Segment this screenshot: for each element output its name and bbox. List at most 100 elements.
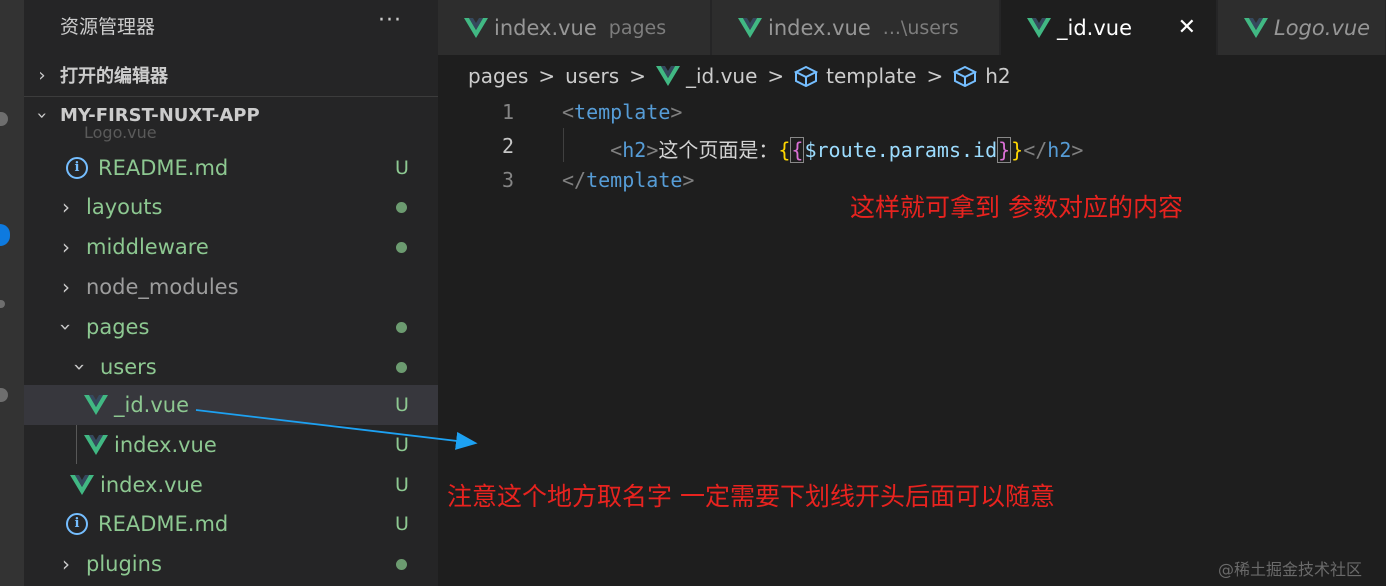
more-actions-icon[interactable]: ··· — [378, 8, 402, 33]
activity-badge[interactable] — [0, 224, 10, 246]
git-status-badge: U — [395, 157, 409, 179]
code-tag: template — [574, 100, 671, 124]
folder-label: middleware — [86, 235, 209, 259]
folder-item-pages[interactable]: › pages — [24, 307, 438, 347]
file-label: _id.vue — [114, 393, 189, 417]
close-icon[interactable]: ✕ — [1178, 15, 1196, 40]
tab-pages-index-vue[interactable]: index.vue pages — [438, 0, 711, 55]
modified-dot-icon — [396, 201, 407, 213]
vue-icon — [70, 475, 94, 495]
code-tag: h2 — [622, 138, 647, 162]
activity-item-icon[interactable] — [0, 388, 8, 402]
line-number: 2 — [501, 134, 514, 158]
file-item-id-vue[interactable]: _id.vue U — [24, 385, 438, 425]
open-editors-section[interactable]: › 打开的编辑器 — [24, 56, 438, 94]
annotation-code-note: 这样就可拿到 参数对应的内容 — [850, 193, 1183, 222]
folder-item-plugins[interactable]: › plugins — [24, 544, 438, 584]
scrolled-file-item: Logo.vue — [84, 123, 157, 142]
breadcrumb-item[interactable]: h2 — [985, 64, 1010, 88]
vue-icon — [464, 17, 488, 38]
tab-description: pages — [608, 16, 667, 39]
chevron-right-icon: › — [62, 552, 70, 576]
folder-item-node-modules[interactable]: › node_modules — [24, 267, 438, 307]
folder-item-layouts[interactable]: › layouts — [24, 187, 438, 227]
open-editors-label: 打开的编辑器 — [60, 66, 168, 87]
cube-icon — [794, 65, 819, 87]
code-text: 这个页面是： — [658, 138, 779, 162]
info-icon: i — [66, 513, 88, 535]
chevron-right-icon: › — [62, 235, 70, 259]
vue-icon — [84, 395, 108, 415]
file-label: README.md — [98, 512, 229, 536]
chevron-right-icon: › — [62, 195, 70, 219]
folder-item-users[interactable]: › users — [24, 347, 438, 387]
folder-item-middleware[interactable]: › middleware — [24, 227, 438, 267]
breadcrumb-item[interactable]: template — [826, 64, 916, 88]
file-item-pages-index-vue[interactable]: index.vue U — [24, 465, 438, 505]
chevron-right-icon: › — [38, 64, 46, 86]
tab-label: index.vue — [768, 15, 871, 40]
git-status-badge: U — [395, 394, 409, 416]
vue-icon — [738, 17, 762, 38]
file-label: index.vue — [100, 473, 203, 497]
file-item-users-index-vue[interactable]: index.vue U — [24, 425, 438, 465]
file-item-readme[interactable]: i README.md U — [24, 504, 438, 544]
watermark: @稀土掘金技术社区 — [1218, 560, 1363, 579]
chevron-right-icon: › — [62, 275, 70, 299]
vue-icon — [1027, 17, 1051, 38]
code-line-3[interactable]: </template> — [562, 168, 694, 192]
modified-dot-icon — [396, 558, 407, 570]
vue-icon — [655, 66, 680, 86]
code-tag: h2 — [1047, 138, 1072, 162]
file-label: README.md — [98, 156, 229, 180]
git-status-badge: U — [395, 434, 409, 456]
cube-icon — [953, 65, 978, 87]
folder-label: layouts — [86, 195, 163, 219]
line-number: 3 — [501, 168, 514, 192]
vue-icon — [1244, 17, 1268, 38]
code-tag: template — [586, 168, 683, 192]
editor-tab-bar: index.vue pages index.vue ...\users _id.… — [438, 0, 1386, 55]
modified-dot-icon — [396, 361, 407, 373]
annotation-file-note: 注意这个地方取名字 一定需要下划线开头后面可以随意 — [447, 482, 1055, 511]
tab-label: index.vue — [494, 15, 597, 40]
activity-item-icon[interactable] — [0, 300, 5, 308]
tab-id-vue[interactable]: _id.vue ✕ — [1001, 0, 1217, 55]
tab-label: _id.vue — [1057, 15, 1132, 40]
tab-description: ...\users — [882, 16, 959, 39]
vue-icon — [84, 435, 108, 455]
file-item-readme[interactable]: i README.md U — [24, 148, 438, 188]
tab-users-index-vue[interactable]: index.vue ...\users — [712, 0, 1000, 55]
file-label: index.vue — [114, 433, 217, 457]
folder-label: node_modules — [86, 275, 239, 299]
code-variable: $route.params.id — [804, 138, 998, 162]
tab-label: Logo.vue — [1274, 15, 1371, 40]
chevron-down-icon: › — [68, 363, 92, 371]
git-status-badge: U — [395, 513, 409, 535]
chevron-down-icon: › — [31, 111, 53, 120]
breadcrumb-separator: > — [767, 64, 785, 88]
git-status-badge: U — [395, 474, 409, 496]
folder-label: users — [100, 355, 157, 379]
folder-label: plugins — [86, 552, 162, 576]
activity-item-icon[interactable] — [0, 112, 8, 126]
code-line-2[interactable]: <h2>这个页面是：{{$route.params.id}}</h2> — [562, 134, 1083, 163]
explorer-sidebar: 资源管理器 ··· › 打开的编辑器 › MY-FIRST-NUXT-APP L… — [24, 0, 438, 586]
tab-logo-vue[interactable]: Logo.vue — [1218, 0, 1386, 55]
breadcrumb-item[interactable]: users — [565, 64, 619, 88]
breadcrumb: pages > users > _id.vue > template > h2 — [468, 58, 1011, 94]
info-icon: i — [66, 157, 88, 179]
modified-dot-icon — [396, 321, 407, 333]
folder-label: pages — [86, 315, 150, 339]
breadcrumb-item[interactable]: _id.vue — [686, 64, 757, 88]
breadcrumb-separator: > — [538, 64, 556, 88]
chevron-down-icon: › — [54, 323, 78, 331]
breadcrumb-separator: > — [629, 64, 646, 88]
activity-bar — [0, 0, 24, 586]
modified-dot-icon — [396, 241, 407, 253]
breadcrumb-item[interactable]: pages — [468, 64, 528, 88]
code-line-1[interactable]: <template> — [562, 100, 682, 124]
line-number: 1 — [501, 100, 514, 124]
explorer-title: 资源管理器 — [60, 16, 156, 38]
breadcrumb-separator: > — [926, 64, 944, 88]
